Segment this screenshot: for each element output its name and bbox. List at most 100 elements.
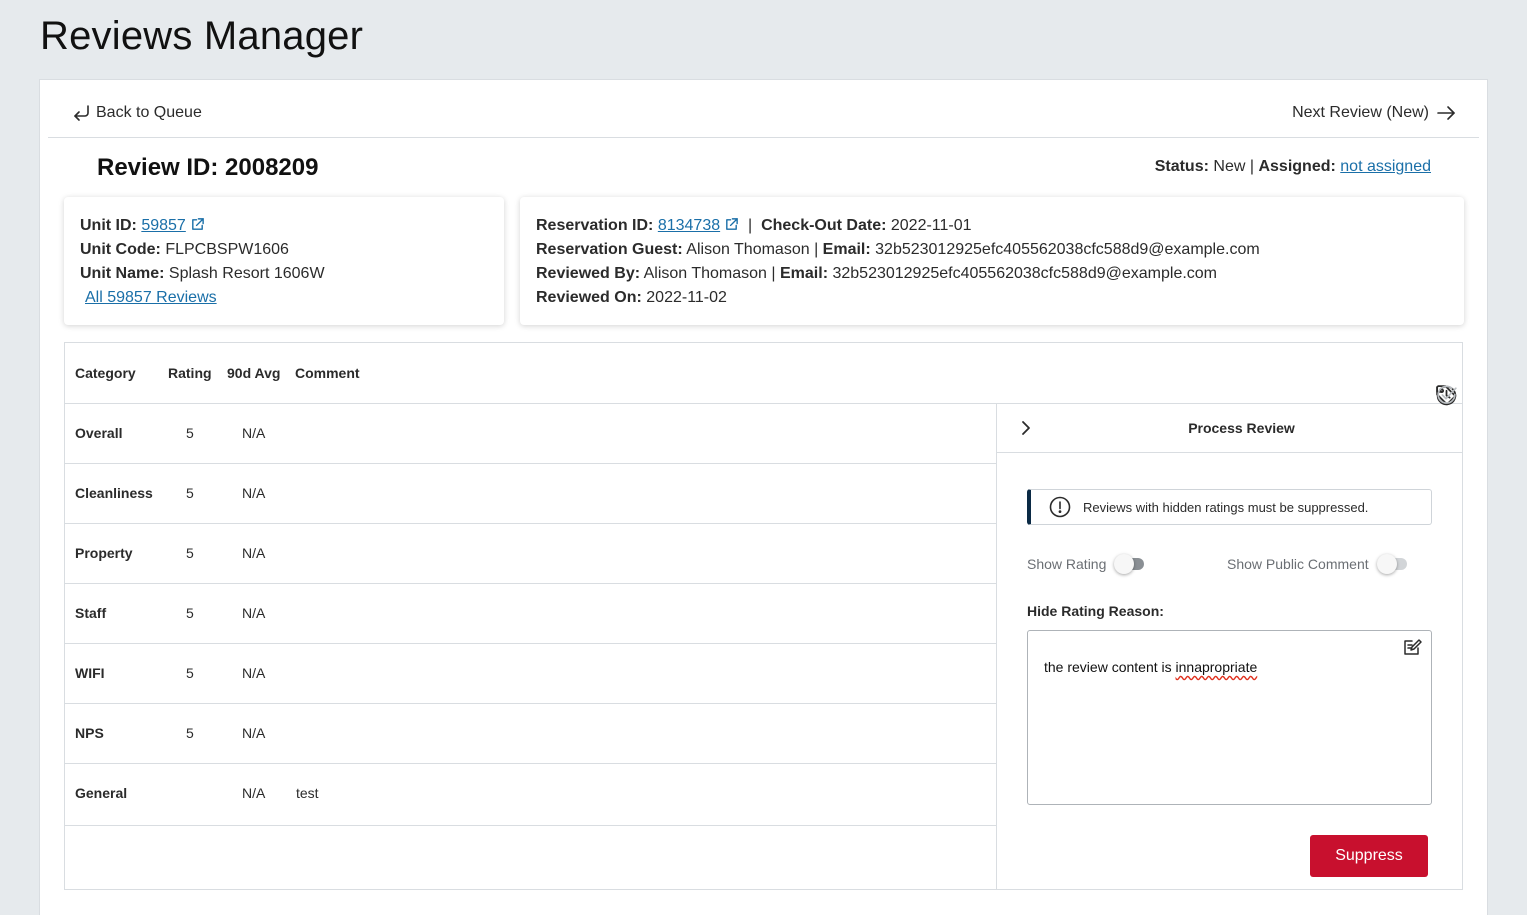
reservation-info-box: Reservation ID: 8134738 | Check-Out Date… xyxy=(520,197,1464,325)
show-public-comment-control: Show Public Comment xyxy=(1227,554,1407,574)
return-arrow-icon xyxy=(74,105,89,121)
show-public-comment-label: Show Public Comment xyxy=(1227,556,1369,572)
row-rating: 5 xyxy=(186,725,194,741)
all-unit-reviews-link[interactable]: All 59857 Reviews xyxy=(85,289,217,306)
row-category: Property xyxy=(75,545,133,561)
review-card: Back to Queue Next Review (New) Review I… xyxy=(39,79,1488,915)
table-row: Overall 5 N/A xyxy=(65,404,997,464)
row-category: NPS xyxy=(75,725,104,741)
hide-rating-reason-textarea[interactable]: the review content is innapropriate xyxy=(1027,630,1432,805)
reviewed-on-label: Reviewed On: xyxy=(536,289,642,306)
table-row: General N/A test xyxy=(65,764,997,826)
unit-code-value: FLPCBSPW1606 xyxy=(165,241,289,258)
table-row: WIFI 5 N/A xyxy=(65,644,997,704)
toggle-knob xyxy=(1114,554,1135,574)
reviewed-on-value: 2022-11-02 xyxy=(646,289,727,306)
assigned-link[interactable]: not assigned xyxy=(1340,158,1431,175)
checkout-date-label: Check-Out Date: xyxy=(761,217,887,234)
reviewed-by-label: Reviewed By: xyxy=(536,265,641,282)
unit-id-label: Unit ID: xyxy=(80,217,137,234)
row-90d-avg: N/A xyxy=(242,545,266,561)
reservation-guest-line: Reservation Guest: Alison Thomason | Ema… xyxy=(536,238,1448,262)
status-value: New xyxy=(1213,158,1246,175)
all-reviews-line: All 59857 Reviews xyxy=(80,286,488,310)
unit-name-label: Unit Name: xyxy=(80,265,165,282)
review-navigation: Back to Queue Next Review (New) xyxy=(48,80,1479,138)
next-review-label: Next Review (New) xyxy=(1292,104,1429,121)
header-rating: Rating xyxy=(168,365,212,381)
header-comment: Comment xyxy=(295,365,360,381)
row-rating: 5 xyxy=(186,665,194,681)
reservation-guest-label: Reservation Guest: xyxy=(536,241,683,258)
back-to-queue-label: Back to Queue xyxy=(96,104,202,121)
table-row: Property 5 N/A xyxy=(65,524,997,584)
external-link-icon[interactable] xyxy=(190,217,205,232)
checkout-date-value: 2022-11-01 xyxy=(890,217,972,234)
unit-code-line: Unit Code: FLPCBSPW1606 xyxy=(80,238,488,262)
row-category: Staff xyxy=(75,605,107,621)
reservation-guest-value: Alison Thomason xyxy=(686,241,810,258)
process-review-title: Process Review xyxy=(1188,420,1295,436)
reservation-separator: | xyxy=(748,217,753,234)
edit-note-icon[interactable] xyxy=(1403,637,1423,657)
process-review-header: Process Review xyxy=(997,404,1462,453)
table-row: NPS 5 N/A xyxy=(65,704,997,764)
reservation-id-line: Reservation ID: 8134738 | Check-Out Date… xyxy=(536,214,1448,238)
show-public-comment-toggle[interactable] xyxy=(1376,554,1407,574)
row-90d-avg: N/A xyxy=(242,785,266,801)
table-row: Cleanliness 5 N/A xyxy=(65,464,997,524)
unit-id-line: Unit ID: 59857 xyxy=(80,214,488,238)
suppression-alert: Reviews with hidden ratings must be supp… xyxy=(1027,489,1432,525)
header-category: Category xyxy=(75,365,136,381)
ratings-table-header: Category Rating 90d Avg Comment xyxy=(65,343,1462,406)
reviewer-separator: | xyxy=(771,265,776,282)
reviewer-email-label: Email: xyxy=(780,265,829,282)
process-review-panel: Process Review Reviews with hidden ratin… xyxy=(996,404,1462,890)
guest-email-label: Email: xyxy=(822,241,871,258)
status-label: Status: xyxy=(1154,158,1209,175)
reason-text-misspelled: innapropriate xyxy=(1175,659,1258,675)
assigned-label: Assigned: xyxy=(1258,158,1336,175)
row-rating: 5 xyxy=(186,485,194,501)
status-separator: | xyxy=(1249,158,1255,175)
arrow-right-icon xyxy=(1437,106,1455,120)
row-90d-avg: N/A xyxy=(242,725,266,741)
table-row: Staff 5 N/A xyxy=(65,584,997,644)
header-90d-avg: 90d Avg xyxy=(227,365,281,381)
guest-separator: | xyxy=(814,241,819,258)
row-category: WIFI xyxy=(75,665,105,681)
guest-email-value: 32b523012925efc405562038cfc588d9@example… xyxy=(875,241,1260,258)
suppress-button[interactable]: Suppress xyxy=(1310,835,1428,877)
show-rating-control: Show Rating xyxy=(1027,554,1145,574)
row-90d-avg: N/A xyxy=(242,605,266,621)
unit-info-box: Unit ID: 59857 Unit Code: FLPCBSPW1606 U… xyxy=(64,197,504,325)
reservation-id-label: Reservation ID: xyxy=(536,217,654,234)
row-rating: 5 xyxy=(186,605,194,621)
ratings-table-body: Overall 5 N/A Cleanliness 5 N/A Property… xyxy=(65,404,997,826)
page-title: Reviews Manager xyxy=(40,14,364,58)
status-line: Status: New | Assigned: not assigned xyxy=(1155,158,1431,176)
show-rating-label: Show Rating xyxy=(1027,556,1107,572)
row-category: Cleanliness xyxy=(75,485,153,501)
show-rating-toggle[interactable] xyxy=(1114,554,1145,574)
reservation-id-link[interactable]: 8134738 xyxy=(658,217,720,234)
unit-id-link[interactable]: 59857 xyxy=(141,217,186,234)
reviewed-on-line: Reviewed On: 2022-11-02 xyxy=(536,286,1448,310)
next-review-link[interactable]: Next Review (New) xyxy=(1292,102,1457,124)
row-category: General xyxy=(75,785,128,801)
back-to-queue-link[interactable]: Back to Queue xyxy=(70,102,202,124)
row-90d-avg: N/A xyxy=(242,425,266,441)
exclamation-circle-icon xyxy=(1049,496,1071,518)
external-link-icon[interactable] xyxy=(724,217,739,232)
reviewed-by-line: Reviewed By: Alison Thomason | Email: 32… xyxy=(536,262,1448,286)
alert-text: Reviews with hidden ratings must be supp… xyxy=(1083,499,1369,515)
review-ratings-panel: Category Rating 90d Avg Comment Overall … xyxy=(64,342,1463,890)
reason-text: the review content is xyxy=(1044,659,1176,675)
row-rating: 5 xyxy=(186,425,194,441)
toggle-knob xyxy=(1376,554,1397,574)
row-90d-avg: N/A xyxy=(242,665,266,681)
row-rating: 5 xyxy=(186,545,194,561)
reviewer-email-value: 32b523012925efc405562038cfc588d9@example… xyxy=(832,265,1218,282)
row-90d-avg: N/A xyxy=(242,485,266,501)
review-id-heading: Review ID: 2008209 xyxy=(97,154,319,181)
